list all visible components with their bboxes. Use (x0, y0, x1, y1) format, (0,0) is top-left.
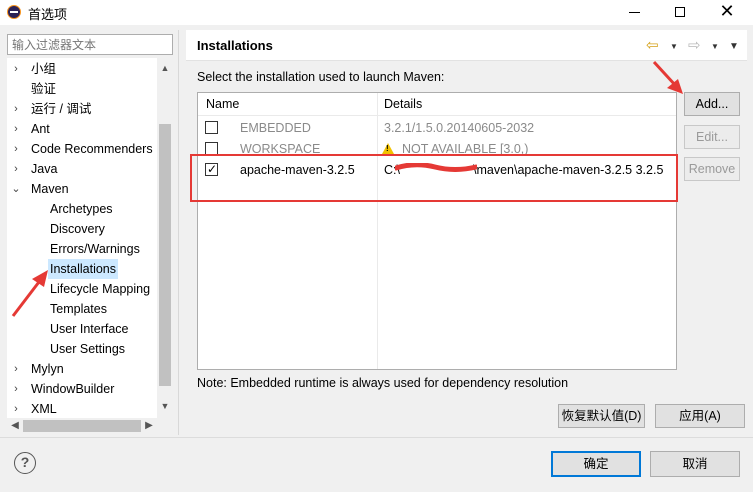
tree-item[interactable]: › Code Recommenders (7, 139, 173, 159)
tree-item-label: Templates (50, 302, 107, 316)
header-divider (198, 115, 676, 116)
tree-item[interactable]: Lifecycle Mapping (7, 279, 173, 299)
tree-item-label: Lifecycle Mapping (50, 282, 151, 296)
table-row[interactable]: EMBEDDED 3.2.1/1.5.0.20140605-2032 (198, 118, 676, 139)
filter-input[interactable] (7, 34, 173, 55)
row-checkbox[interactable] (205, 121, 218, 134)
tree-item-label: Maven (31, 182, 69, 196)
maximize-icon (675, 7, 685, 17)
scroll-right-icon[interactable]: ▶ (141, 418, 157, 434)
tree-item[interactable]: ⌄ Maven (7, 179, 173, 199)
tree-item[interactable]: Installations (7, 259, 173, 279)
scroll-up-icon[interactable]: ▲ (157, 60, 173, 76)
scroll-left-icon[interactable]: ◀ (7, 418, 23, 434)
row-details: 3.2.1/1.5.0.20140605-2032 (384, 121, 535, 135)
annotation-highlight-box (190, 154, 678, 202)
chevron-right-icon[interactable]: › (11, 159, 21, 179)
chevron-right-icon[interactable]: › (11, 59, 21, 79)
help-icon[interactable]: ? (14, 452, 36, 474)
tree-item[interactable]: › 运行 / 调试 (7, 99, 173, 119)
tree-item-label: XML (31, 402, 57, 416)
tree-item[interactable]: › Java (7, 159, 173, 179)
page-title: Installations (197, 38, 273, 53)
panel-divider[interactable] (178, 30, 179, 435)
column-header-details[interactable]: Details (384, 97, 422, 111)
tree-item-label: Discovery (50, 222, 105, 236)
installations-table: Name Details EMBEDDED 3.2.1/1.5.0.201406… (197, 92, 677, 370)
tree-item[interactable]: › Mylyn (7, 359, 173, 379)
tree-item[interactable]: 验证 (7, 79, 173, 99)
tree-item-label: Installations (48, 259, 119, 279)
tree-vertical-scrollbar[interactable]: ▲ ▼ (157, 58, 173, 418)
tree-item-label: 验证 (31, 82, 57, 96)
arrow-to-add (652, 60, 678, 88)
column-header-name[interactable]: Name (206, 97, 239, 111)
chevron-right-icon[interactable]: › (11, 99, 21, 119)
window-title: 首选项 (28, 7, 68, 22)
tree-item[interactable]: Templates (7, 299, 173, 319)
embedded-runtime-note: Note: Embedded runtime is always used fo… (197, 376, 569, 390)
tree-item-label: Ant (31, 122, 50, 136)
tree-item-label: Java (31, 162, 58, 176)
tree-item-label: Mylyn (31, 362, 64, 376)
tree-item-label: Code Recommenders (31, 142, 153, 156)
restore-defaults-button[interactable]: 恢复默认值(D) (558, 404, 645, 428)
close-button[interactable]: ✕ (704, 0, 750, 25)
tree-item[interactable]: › WindowBuilder (7, 379, 173, 399)
minimize-icon (629, 12, 640, 13)
edit-button[interactable]: Edit... (684, 125, 740, 149)
chevron-right-icon[interactable]: › (11, 139, 21, 159)
maximize-button[interactable] (658, 0, 704, 25)
chevron-right-icon[interactable]: › (11, 119, 21, 139)
tree-item-label: 小组 (31, 62, 57, 76)
scroll-thumb[interactable] (159, 124, 171, 386)
tree-item[interactable]: Discovery (7, 219, 173, 239)
tree-item[interactable]: User Interface (7, 319, 173, 339)
chevron-right-icon[interactable]: › (11, 379, 21, 399)
redaction-scribble (395, 163, 477, 172)
chevron-right-icon[interactable]: › (11, 399, 21, 418)
tree-item[interactable]: › Ant (7, 119, 173, 139)
tree-item-label: WindowBuilder (31, 382, 115, 396)
tree-item[interactable]: User Settings (7, 339, 173, 359)
tree-horizontal-scrollbar[interactable]: ◀ ▶ (7, 418, 173, 434)
add-button[interactable]: Add... (684, 92, 740, 116)
back-dropdown-icon[interactable]: ▼ (670, 42, 678, 51)
scroll-thumb-horizontal[interactable] (23, 420, 141, 432)
tree-item-label: User Interface (50, 322, 129, 336)
tree-item-label: User Settings (50, 342, 126, 356)
close-icon: ✕ (719, 1, 735, 21)
tree-item-label: Errors/Warnings (50, 242, 140, 256)
minimize-button[interactable] (612, 0, 658, 25)
remove-button[interactable]: Remove (684, 157, 740, 181)
tree-item[interactable]: › 小组 (7, 59, 173, 79)
apply-button[interactable]: 应用(A) (655, 404, 745, 428)
view-menu-icon[interactable]: ▼ (729, 41, 739, 52)
scroll-down-icon[interactable]: ▼ (157, 398, 173, 414)
tree-item-label: Archetypes (50, 202, 113, 216)
eclipse-logo-icon (7, 5, 21, 19)
tree-item-label: 运行 / 调试 (31, 102, 92, 116)
tree-item[interactable]: Archetypes (7, 199, 173, 219)
row-name: EMBEDDED (240, 121, 311, 135)
instructions-label: Select the installation used to launch M… (197, 70, 445, 84)
forward-dropdown-icon[interactable]: ▼ (711, 42, 719, 51)
footer-separator (0, 437, 753, 438)
cancel-button[interactable]: 取消 (650, 451, 740, 477)
tree-item[interactable]: › XML (7, 399, 173, 418)
chevron-down-icon[interactable]: ⌄ (11, 179, 21, 199)
ok-button[interactable]: 确定 (551, 451, 641, 477)
preferences-tree: › 小组验证 › 运行 / 调试 › Ant › Code Recommenders › Java… (7, 58, 173, 418)
warning-icon (382, 143, 394, 154)
back-arrow-icon[interactable]: ⇦ (646, 36, 659, 54)
chevron-right-icon[interactable]: › (11, 359, 21, 379)
forward-arrow-icon[interactable]: ⇨ (688, 36, 701, 54)
tree-item[interactable]: Errors/Warnings (7, 239, 173, 259)
